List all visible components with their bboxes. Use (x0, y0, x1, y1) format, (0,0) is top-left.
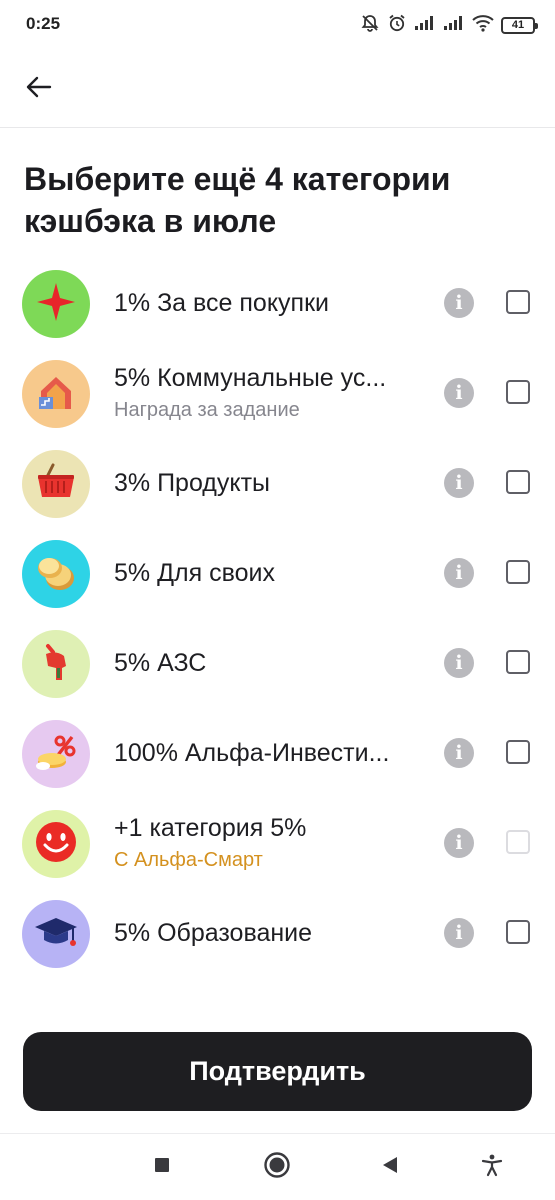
category-texts: 3% Продукты (114, 438, 424, 528)
category-avatar (22, 900, 90, 968)
info-icon[interactable]: i (444, 378, 474, 408)
category-label: 1% За все покупки (114, 288, 329, 317)
category-row[interactable]: 5% АЗС i (0, 618, 555, 708)
battery-icon: 41 (501, 16, 538, 34)
category-row[interactable]: 100% Альфа-Инвести... i (0, 708, 555, 798)
back-nav-button[interactable] (375, 1152, 405, 1182)
category-label: 5% Образование (114, 918, 313, 947)
status-icons: 41 (360, 12, 538, 38)
accessibility-button[interactable] (477, 1152, 507, 1182)
category-checkbox[interactable] (506, 290, 530, 314)
shopping-basket-icon (33, 459, 79, 510)
category-row[interactable]: 5% Образование i (0, 888, 555, 978)
smiley-face-icon (31, 817, 81, 872)
red-star-icon (34, 280, 78, 329)
category-texts: 5% Коммунальные ус... Награда за задание (114, 348, 424, 438)
info-icon[interactable]: i (444, 828, 474, 858)
app-bar (0, 50, 555, 128)
arrow-left-icon (26, 76, 52, 103)
signal-icon (443, 15, 465, 36)
category-label: 5% Для своих (114, 558, 275, 587)
system-nav-bar (0, 1133, 555, 1200)
list-fade (0, 998, 555, 1020)
confirm-button[interactable]: Подтвердить (23, 1032, 532, 1111)
category-avatar (22, 630, 90, 698)
category-texts: 1% За все покупки (114, 258, 424, 348)
bell-off-icon (360, 13, 380, 38)
category-subtitle: С Альфа-Смарт (114, 849, 263, 871)
info-icon[interactable]: i (444, 918, 474, 948)
category-row[interactable]: 1% За все покупки i (0, 258, 555, 348)
category-label: +1 категория 5% (114, 814, 307, 842)
category-row[interactable]: 5% Для своих i (0, 528, 555, 618)
alarm-icon (387, 13, 407, 38)
category-texts: 5% Для своих (114, 528, 424, 618)
category-label: 100% Альфа-Инвести... (114, 738, 390, 767)
category-list: 1% За все покупки i 5% Коммунальные ус..… (0, 258, 555, 978)
back-triangle-icon (380, 1155, 400, 1180)
info-icon[interactable]: i (444, 468, 474, 498)
info-icon[interactable]: i (444, 648, 474, 678)
status-time: 0:25 (26, 14, 61, 33)
category-label: 5% Коммунальные ус... (114, 364, 387, 392)
category-row[interactable]: +1 категория 5% С Альфа-Смарт i (0, 798, 555, 888)
category-texts: +1 категория 5% С Альфа-Смарт (114, 798, 424, 888)
category-row[interactable]: 5% Коммунальные ус... Награда за задание… (0, 348, 555, 438)
recents-square-icon (153, 1156, 171, 1179)
category-checkbox[interactable] (506, 650, 530, 674)
percent-coins-icon (32, 728, 80, 781)
status-bar: 0:25 41 (0, 0, 555, 50)
category-checkbox[interactable] (506, 740, 530, 764)
category-avatar (22, 810, 90, 878)
recents-button[interactable] (147, 1152, 177, 1182)
category-avatar (22, 360, 90, 428)
category-subtitle: Награда за задание (114, 399, 300, 421)
category-label: 3% Продукты (114, 468, 271, 497)
category-checkbox[interactable] (506, 470, 530, 494)
fuel-nozzle-icon (34, 640, 78, 689)
page-title: Выберите ещё 4 категории кэшбэка в июле (24, 161, 451, 239)
category-texts: 100% Альфа-Инвести... (114, 708, 424, 798)
house-icon (33, 369, 79, 420)
info-icon[interactable]: i (444, 558, 474, 588)
category-checkbox[interactable] (506, 380, 530, 404)
back-button[interactable] (18, 70, 60, 108)
category-label: 5% АЗС (114, 648, 207, 677)
graduation-cap-icon (31, 907, 81, 962)
info-icon[interactable]: i (444, 288, 474, 318)
category-row[interactable]: 3% Продукты i (0, 438, 555, 528)
category-checkbox[interactable] (506, 920, 530, 944)
wifi-icon (472, 14, 494, 37)
category-avatar (22, 270, 90, 338)
accessibility-icon (480, 1153, 504, 1182)
category-texts: 5% АЗС (114, 618, 424, 708)
category-avatar (22, 450, 90, 518)
category-texts: 5% Образование (114, 888, 424, 978)
category-avatar (22, 720, 90, 788)
signal-icon (414, 15, 436, 36)
info-icon[interactable]: i (444, 738, 474, 768)
category-avatar (22, 540, 90, 608)
home-button[interactable] (262, 1151, 292, 1184)
category-checkbox[interactable] (506, 560, 530, 584)
coins-icon (32, 548, 80, 601)
home-circle-icon (263, 1151, 291, 1184)
category-checkbox-disabled (506, 830, 530, 854)
